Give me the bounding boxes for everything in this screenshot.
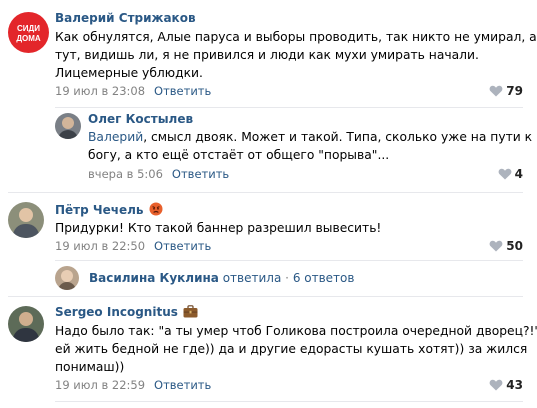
comment-date[interactable]: 19 июл в 22:59	[55, 378, 145, 392]
divider	[55, 107, 523, 108]
author-name: Пётр Чечель	[55, 203, 144, 217]
comment-text-line: понимаш))	[55, 360, 125, 374]
comment-author[interactable]: Валерий Стрижаков	[55, 10, 196, 26]
comment-author[interactable]: Олег Костылев	[88, 111, 193, 127]
briefcase-icon	[183, 305, 198, 318]
comment-text-line: богу, а кто ещё отстаёт от общего "порыв…	[88, 148, 390, 162]
thread-author[interactable]: Василина Куклина	[89, 271, 219, 285]
reply-button[interactable]: Ответить	[172, 167, 229, 181]
avatar-face	[62, 117, 74, 129]
comment-text-line: ей жить бедной не где)) да и другие едор…	[55, 342, 528, 356]
divider	[8, 192, 523, 193]
divider	[8, 296, 523, 297]
comment-text: , смысл двояк. Может и такой. Типа, скол…	[143, 130, 533, 144]
comment-meta: вчера в 5:06 Ответить	[88, 166, 229, 182]
avatar[interactable]	[8, 202, 44, 238]
like-count: 4	[514, 167, 523, 181]
avatar-face	[19, 208, 33, 222]
angry-face-icon	[149, 202, 162, 216]
avatar-face	[61, 270, 73, 282]
like-count: 79	[506, 84, 523, 98]
avatar-face	[19, 312, 33, 326]
thread-separator: ·	[285, 271, 289, 285]
comment-date[interactable]: 19 июл в 22:50	[55, 239, 145, 253]
avatar[interactable]	[8, 306, 44, 342]
avatar-body	[58, 282, 76, 290]
avatar[interactable]: СИДИ ДОМА	[8, 12, 49, 53]
comment-text-line: Как обнулятся, Алые паруса и выборы пров…	[55, 30, 537, 44]
comment-date[interactable]: вчера в 5:06	[88, 167, 163, 181]
comment-text-line: Лицемерные ублюдки.	[55, 66, 203, 80]
author-name: Sergeo Incognitus	[55, 305, 178, 319]
avatar-body	[13, 328, 39, 342]
comment-text-line: Придурки! Кто такой баннер разрешил выве…	[55, 221, 382, 235]
divider	[55, 401, 523, 402]
like-count: 43	[506, 378, 523, 392]
reply-button[interactable]: Ответить	[154, 378, 211, 392]
comment-meta: 19 июл в 23:08 Ответить	[55, 83, 211, 99]
like-button[interactable]: 43	[489, 377, 523, 393]
avatar-label-top: СИДИ	[17, 24, 40, 33]
comment-date[interactable]: 19 июл в 23:08	[55, 84, 145, 98]
heart-icon	[498, 168, 512, 180]
avatar[interactable]	[55, 266, 79, 290]
like-button[interactable]: 50	[489, 238, 523, 254]
thread-action: ответила	[222, 271, 282, 285]
comment-text-line: Валерий, смысл двояк. Может и такой. Тип…	[88, 128, 532, 146]
avatar-body	[58, 130, 78, 139]
thread-count[interactable]: 6 ответов	[293, 271, 355, 285]
mention-link[interactable]: Валерий	[88, 130, 143, 144]
comment-text-line: Надо было так: "а ты умер чтоб Голикова …	[55, 324, 537, 338]
avatar-label-bottom: ДОМА	[16, 34, 41, 43]
thread-summary[interactable]: Василина Куклина ответила · 6 ответов	[89, 270, 354, 286]
avatar[interactable]	[55, 113, 81, 139]
comment-meta: 19 июл в 22:59 Ответить	[55, 377, 211, 393]
divider	[55, 260, 523, 261]
heart-icon	[489, 379, 503, 391]
comment-meta: 19 июл в 22:50 Ответить	[55, 238, 211, 254]
like-button[interactable]: 79	[489, 83, 523, 99]
heart-icon	[489, 85, 503, 97]
avatar-body	[13, 224, 39, 238]
reply-button[interactable]: Ответить	[154, 84, 211, 98]
reply-button[interactable]: Ответить	[154, 239, 211, 253]
like-button[interactable]: 4	[498, 166, 523, 182]
comment-text-line: тут, видишь ли, я не привился и люди как…	[55, 48, 479, 62]
like-count: 50	[506, 239, 523, 253]
heart-icon	[489, 240, 503, 252]
comment-author[interactable]: Пётр Чечель	[55, 202, 163, 218]
comment-author[interactable]: Sergeo Incognitus	[55, 304, 198, 320]
